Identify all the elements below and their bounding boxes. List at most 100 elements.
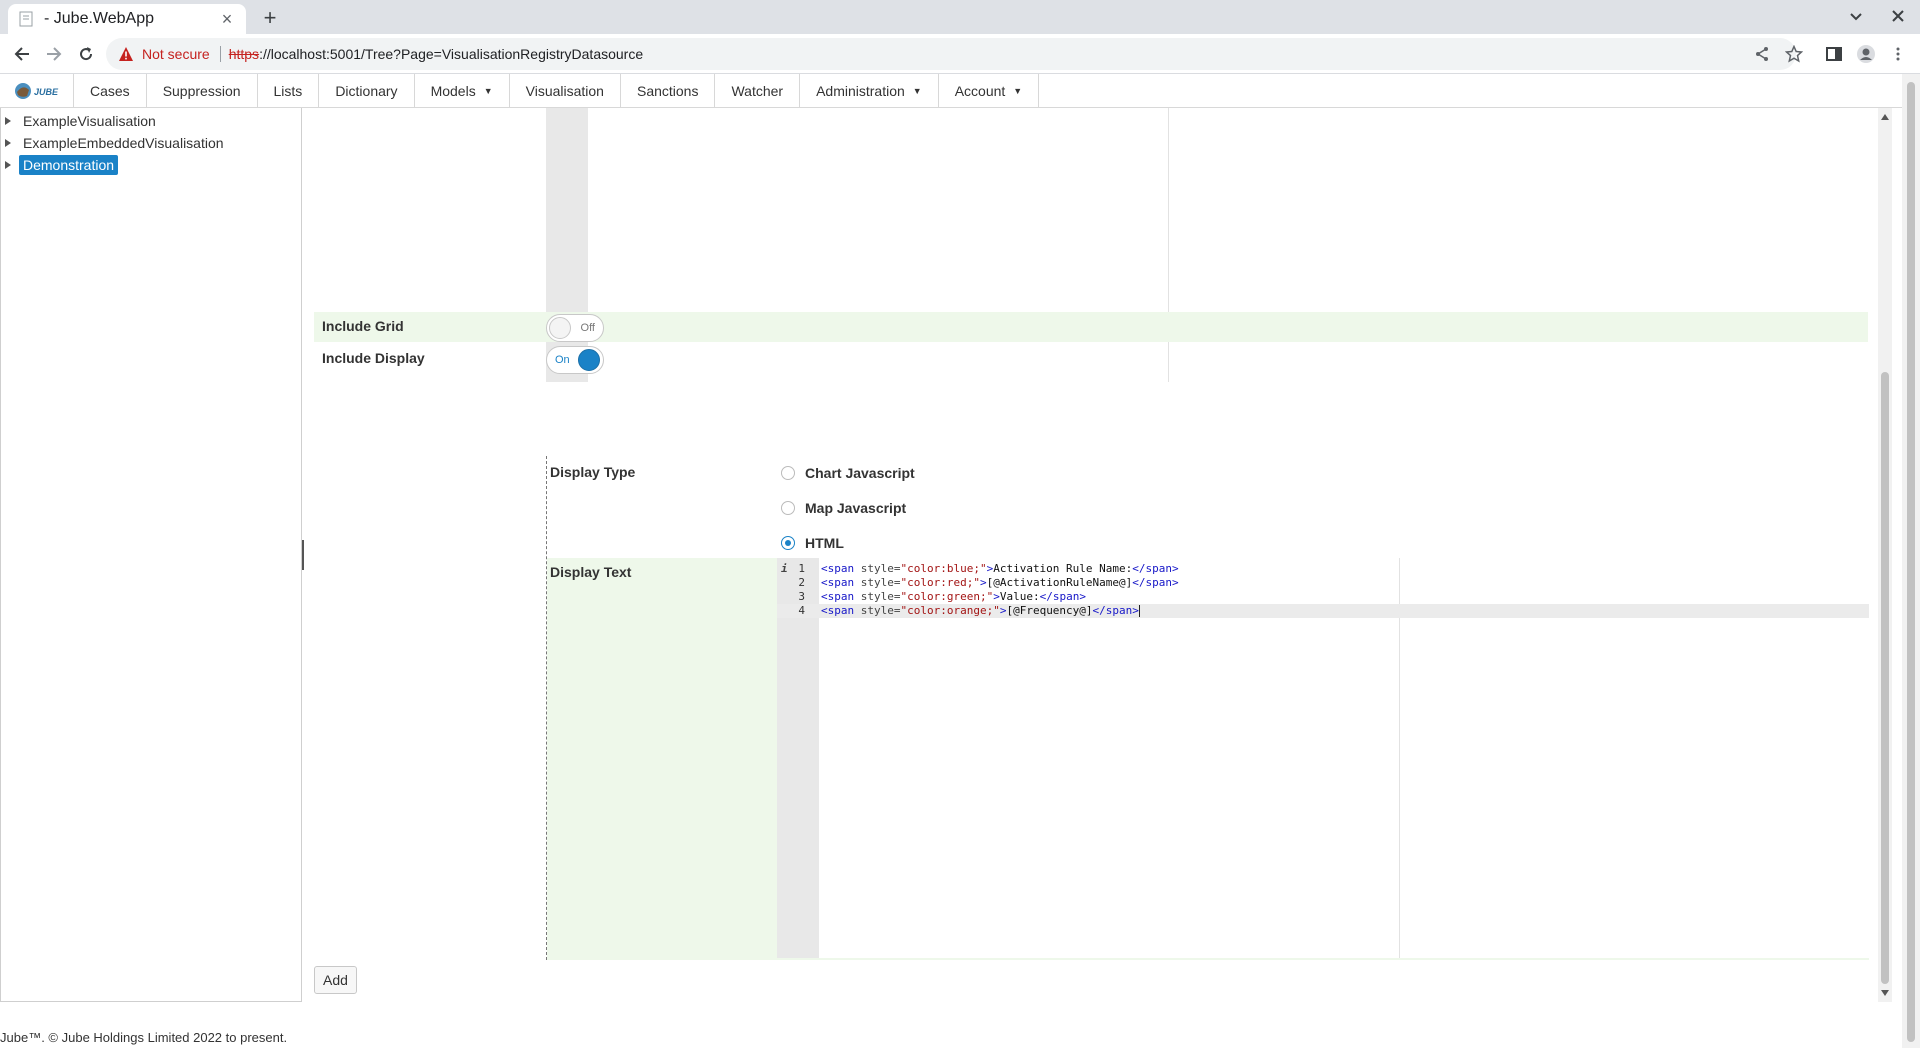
toggle-knob	[578, 349, 600, 371]
expand-arrow-icon[interactable]	[5, 139, 11, 147]
page-scrollbar-thumb[interactable]	[1907, 82, 1915, 1042]
include-grid-row: Include Grid Off	[314, 312, 1868, 342]
include-display-state: On	[555, 354, 570, 366]
display-text-row: Display Text i 1 <span style="color:blue;"…	[547, 558, 1869, 960]
code-line[interactable]: 3 <span style="color:green;">Value:</span…	[777, 590, 1869, 604]
expand-arrow-icon[interactable]	[5, 161, 11, 169]
tree-item[interactable]: ExampleEmbeddedVisualisation	[5, 132, 228, 154]
datasource-tree: ExampleVisualisation ExampleEmbeddedVisua…	[0, 108, 302, 1002]
display-text-label: Display Text	[550, 564, 632, 580]
code-source: <span style="color:green;">Value:</span>	[821, 590, 1086, 604]
bookmark-star-icon[interactable]	[1782, 42, 1806, 66]
code-line[interactable]: 2 <span style="color:red;">[@ActivationRu…	[777, 576, 1869, 590]
display-settings: Display Type Chart Javascript Map Javasc…	[546, 456, 1869, 960]
code-line[interactable]: 4 <span style="color:orange;">[@Frequency…	[777, 604, 1869, 618]
menu-item-label: Lists	[273, 82, 303, 99]
code-token: style=	[854, 604, 901, 617]
tree-item-label[interactable]: ExampleEmbeddedVisualisation	[19, 133, 228, 153]
url-scheme: https	[228, 46, 260, 62]
browser-menu-icon[interactable]	[1886, 42, 1910, 66]
scroll-up-arrow-icon[interactable]	[1881, 114, 1889, 120]
add-button[interactable]: Add	[314, 966, 357, 994]
expand-arrow-icon[interactable]	[5, 117, 11, 125]
footer-copyright: Jube™. © Jube Holdings Limited 2022 to p…	[0, 1030, 288, 1045]
code-token: "color:blue;"	[900, 562, 987, 575]
caret-down-icon: ▼	[483, 85, 493, 96]
browser-tab-strip: - Jube.WebApp × +	[0, 0, 1920, 34]
code-token: >	[979, 576, 987, 589]
share-icon[interactable]	[1750, 42, 1774, 66]
menu-item-administration[interactable]: Administration ▼	[800, 74, 939, 107]
code-source: <span style="color:blue;">Activation Rul…	[821, 562, 1179, 576]
not-secure-label[interactable]: Not secure	[142, 46, 210, 62]
menu-item-label: Visualisation	[525, 82, 604, 99]
code-token: </span>	[1132, 576, 1179, 589]
browser-tab[interactable]: - Jube.WebApp ×	[8, 4, 246, 34]
tree-item[interactable]: Demonstration	[5, 154, 119, 176]
page-scrollbar[interactable]	[1902, 74, 1920, 1048]
line-number: 1	[798, 562, 805, 575]
tree-item[interactable]: ExampleVisualisation	[5, 110, 160, 132]
display-text-code-editor[interactable]: i 1 <span style="color:blue;">Activation R…	[777, 558, 1869, 958]
line-number: 3	[798, 590, 805, 603]
code-token: [@ActivationRuleName@]	[986, 576, 1133, 589]
menu-item-suppression[interactable]: Suppression	[147, 74, 258, 107]
menu-item-lists[interactable]: Lists	[258, 74, 320, 107]
menu-item-models[interactable]: Models ▼	[415, 74, 510, 107]
menu-item-label: Watcher	[731, 82, 784, 99]
profile-avatar-icon[interactable]	[1854, 42, 1878, 66]
radio-button[interactable]	[781, 501, 795, 515]
code-token: style=	[854, 576, 901, 589]
radio-button-checked[interactable]	[781, 536, 795, 550]
include-grid-label: Include Grid	[322, 318, 404, 334]
include-grid-toggle[interactable]: Off	[546, 314, 604, 342]
code-token: Value:	[999, 590, 1040, 603]
back-arrow-icon[interactable]	[10, 42, 34, 66]
radio-html[interactable]: HTML	[781, 532, 844, 554]
caret-down-icon: ▼	[1013, 85, 1023, 96]
jube-logo[interactable]: JUBE	[0, 74, 74, 107]
include-display-row: Include Display On	[314, 342, 1868, 374]
code-token: <span	[821, 590, 855, 603]
forward-arrow-icon[interactable]	[42, 42, 66, 66]
browser-toolbar: Not secure https://localhost:5001/Tree?P…	[0, 34, 1920, 74]
tree-item-label[interactable]: Demonstration	[19, 155, 119, 175]
code-source: <span style="color:red;">[@ActivationRul…	[821, 576, 1179, 590]
menu-item-visualisation[interactable]: Visualisation	[510, 74, 621, 107]
window-close-icon[interactable]	[1888, 6, 1908, 26]
warning-triangle-icon	[118, 46, 134, 62]
code-token: Activation Rule Name:	[993, 562, 1133, 575]
menu-item-label: Administration	[816, 82, 905, 99]
code-token: <span	[821, 576, 855, 589]
include-display-toggle[interactable]: On	[546, 346, 604, 374]
reload-icon[interactable]	[74, 42, 98, 66]
tab-close-icon[interactable]: ×	[218, 10, 236, 28]
radio-button[interactable]	[781, 466, 795, 480]
menu-item-watcher[interactable]: Watcher	[715, 74, 801, 107]
code-line[interactable]: i 1 <span style="color:blue;">Activation R…	[777, 562, 1869, 576]
menu-item-dictionary[interactable]: Dictionary	[319, 74, 415, 107]
menu-item-label: Cases	[90, 82, 130, 99]
content-scrollbar[interactable]	[1878, 108, 1892, 1002]
tree-item-label[interactable]: ExampleVisualisation	[19, 111, 160, 131]
radio-map-javascript[interactable]: Map Javascript	[781, 497, 906, 519]
scroll-down-arrow-icon[interactable]	[1881, 990, 1889, 996]
radio-label: Chart Javascript	[805, 465, 915, 481]
menu-item-sanctions[interactable]: Sanctions	[621, 74, 716, 107]
menu-item-cases[interactable]: Cases	[74, 74, 147, 107]
code-token: </span>	[1039, 590, 1086, 603]
code-token: style=	[854, 590, 901, 603]
code-source: <span style="color:orange;">[@Frequency@…	[821, 604, 1140, 618]
scrollbar-thumb[interactable]	[1881, 372, 1889, 984]
menu-item-label: Dictionary	[335, 82, 398, 99]
side-panel-icon[interactable]	[1822, 42, 1846, 66]
address-bar[interactable]: Not secure https://localhost:5001/Tree?P…	[106, 38, 1796, 70]
menu-item-label: Account	[954, 82, 1006, 99]
url-text[interactable]: https://localhost:5001/Tree?Page=Visuali…	[229, 46, 643, 62]
tab-search-chevron-icon[interactable]	[1846, 6, 1866, 26]
code-token: <span	[821, 562, 855, 575]
radio-chart-javascript[interactable]: Chart Javascript	[781, 462, 915, 484]
editor-gutter	[777, 558, 819, 958]
new-tab-icon[interactable]: +	[256, 6, 284, 32]
menu-item-account[interactable]: Account ▼	[939, 74, 1040, 107]
